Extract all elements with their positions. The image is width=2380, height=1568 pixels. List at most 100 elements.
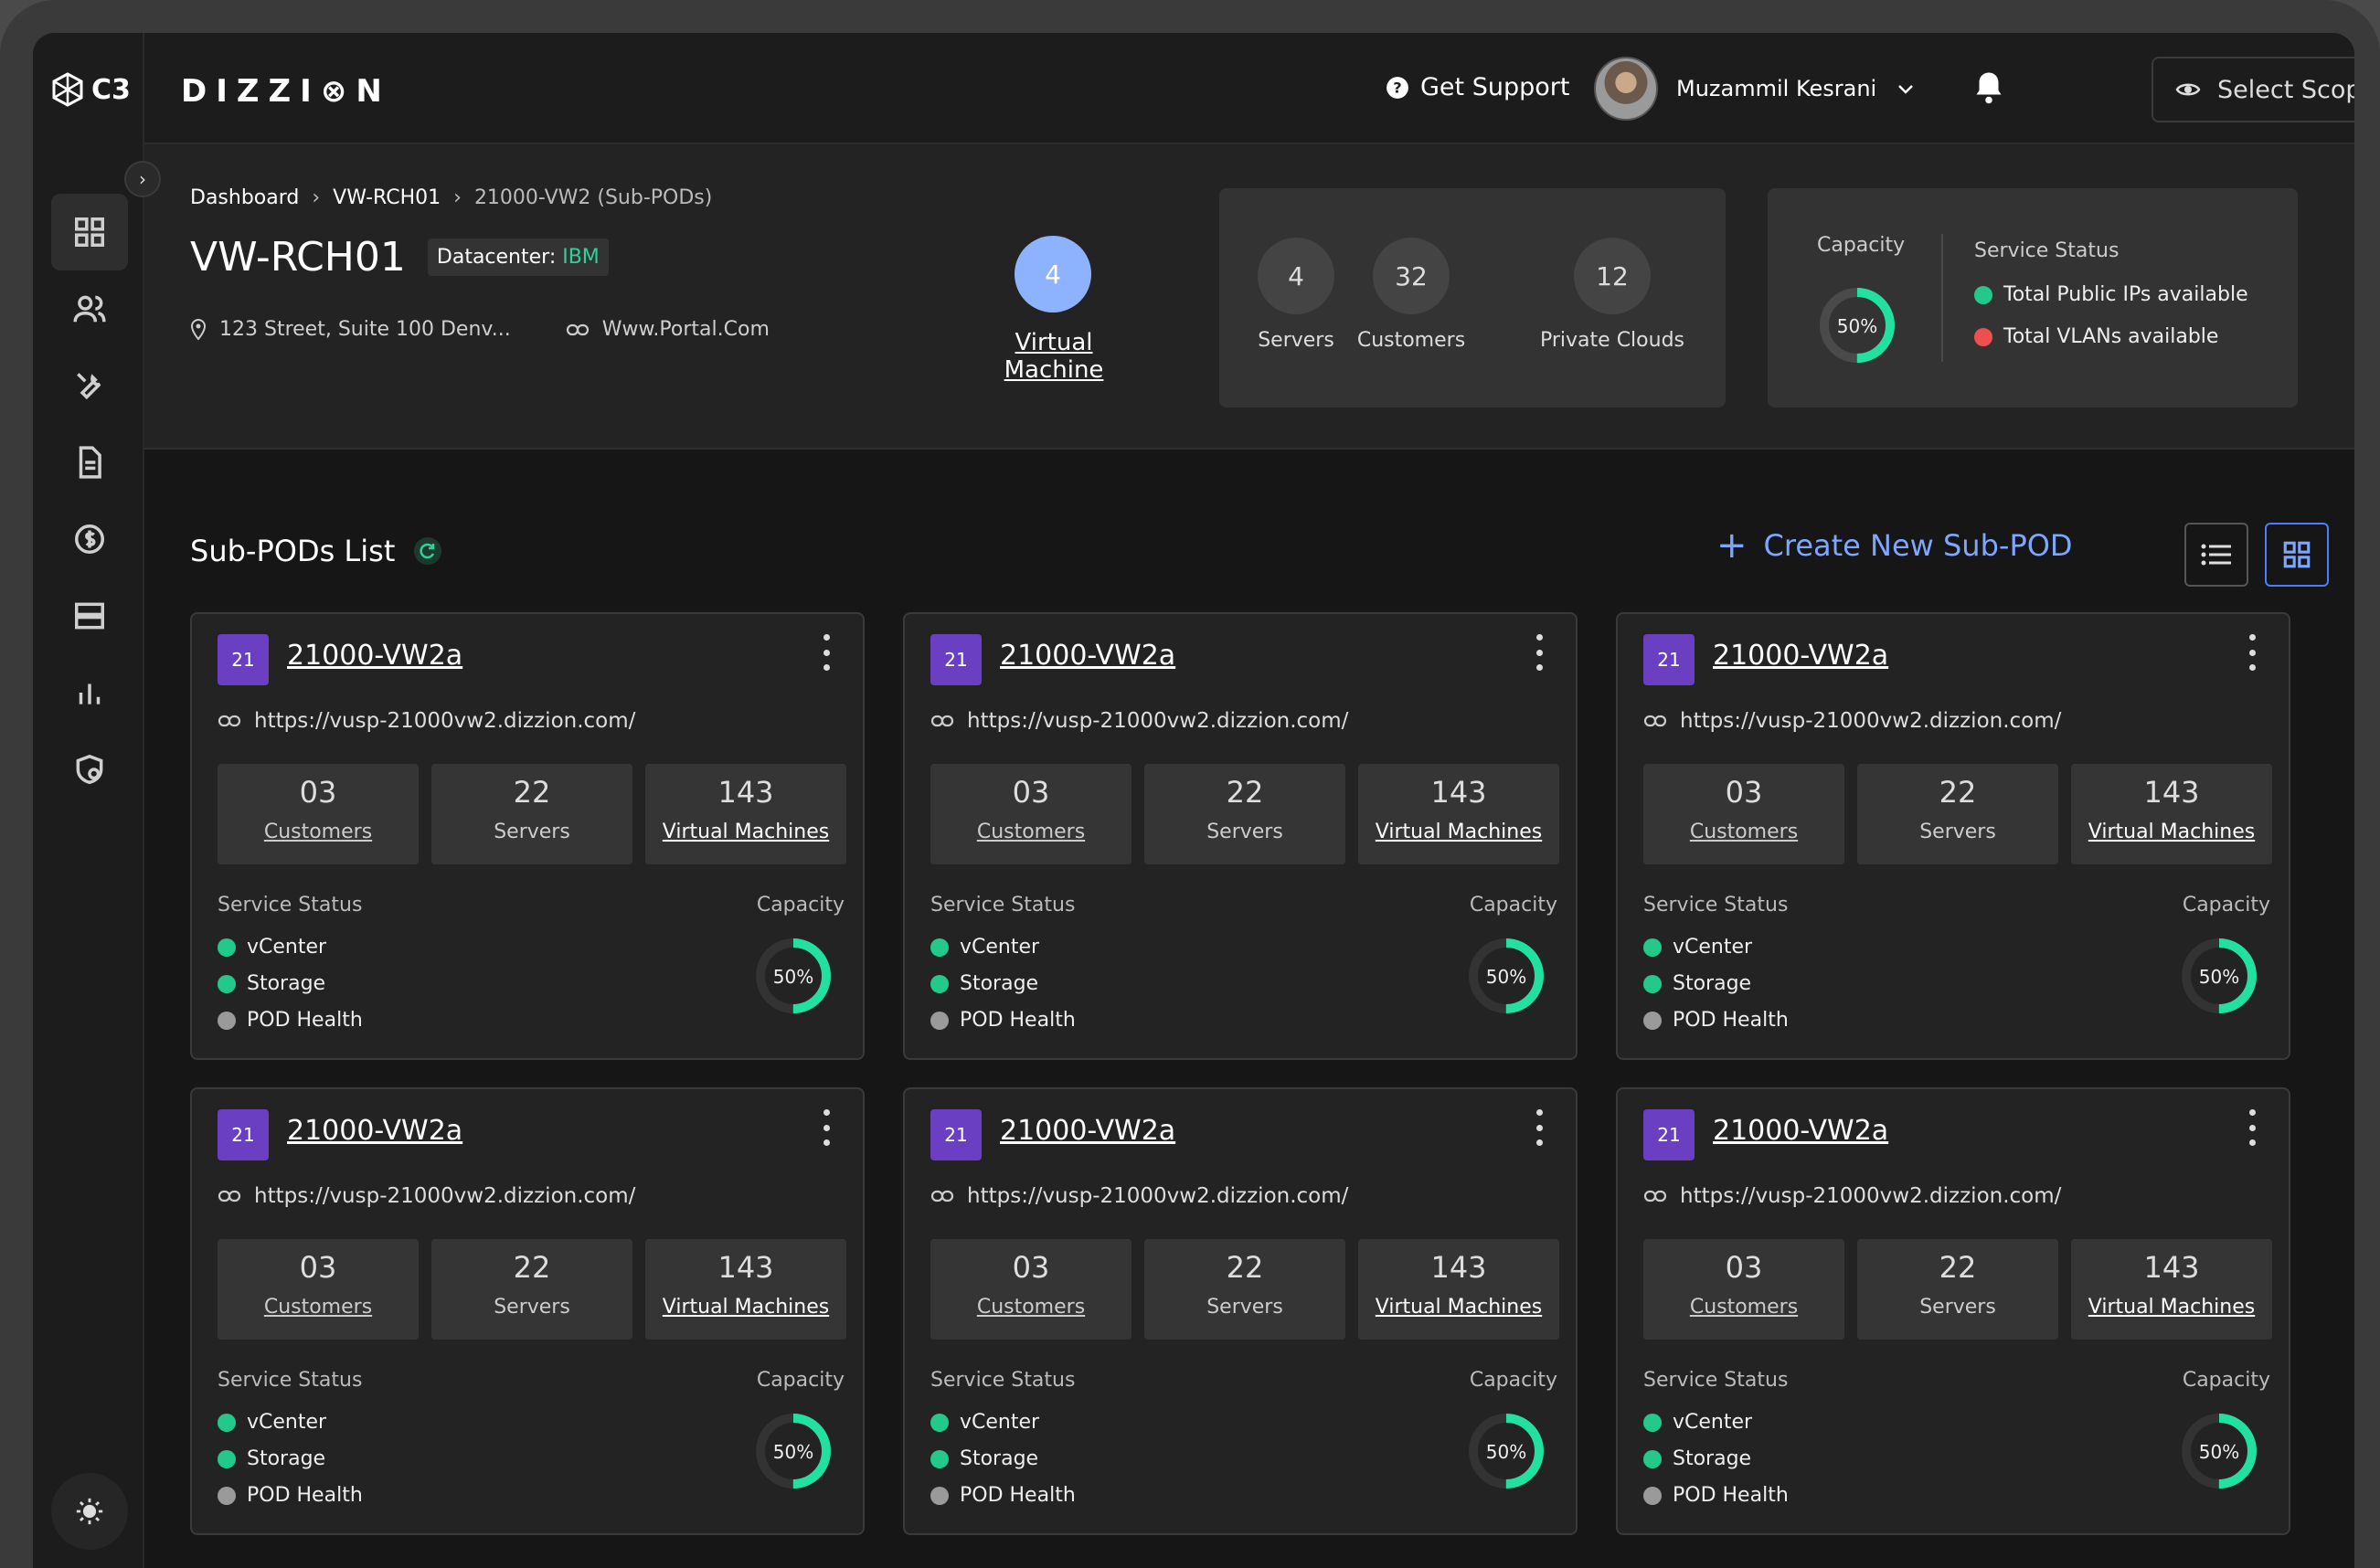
subpod-card[interactable]: 21 21000-VW2a https://vusp-21000vw2.dizz… <box>190 612 865 1060</box>
vms-tile[interactable]: 143 Virtual Machines <box>1358 1239 1559 1340</box>
vms-link[interactable]: Virtual Machines <box>1358 821 1559 843</box>
vms-link[interactable]: Virtual Machines <box>645 1296 846 1319</box>
subpod-name-link[interactable]: 21000-VW2a <box>1000 640 1175 672</box>
sidebar-item-billing[interactable] <box>51 501 128 577</box>
customers-tile[interactable]: 03 Customers <box>930 764 1132 864</box>
subpod-name-link[interactable]: 21000-VW2a <box>1000 1115 1175 1147</box>
customers-count: 03 <box>1012 1250 1050 1285</box>
theme-toggle[interactable] <box>51 1473 128 1550</box>
select-scope-dropdown[interactable]: Select Scope <box>2152 57 2354 122</box>
vms-tile[interactable]: 143 Virtual Machines <box>645 764 846 864</box>
list-view-icon <box>2201 544 2231 566</box>
grid-view-button[interactable] <box>2265 523 2329 587</box>
subpod-url[interactable]: https://vusp-21000vw2.dizzion.com/ <box>218 709 635 733</box>
more-options-icon[interactable] <box>2243 1109 2261 1146</box>
datacenter-prefix: Datacenter: <box>436 246 563 269</box>
customers-link[interactable]: Customers <box>930 821 1132 843</box>
chevron-down-icon <box>1898 85 1914 94</box>
vms-tile[interactable]: 143 Virtual Machines <box>645 1239 846 1340</box>
customers-tile[interactable]: 03 Customers <box>218 1239 419 1340</box>
vms-link[interactable]: Virtual Machines <box>1358 1296 1559 1319</box>
vms-link[interactable]: Virtual Machines <box>2071 821 2272 843</box>
service-status-label: Service Status <box>930 1369 1076 1392</box>
sidebar-item-documents[interactable] <box>51 424 128 501</box>
help-icon: ? <box>1387 76 1408 99</box>
customers-link[interactable]: Customers <box>218 821 419 843</box>
more-options-icon[interactable] <box>2243 634 2261 671</box>
customers-tile[interactable]: 03 Customers <box>218 764 419 864</box>
link-icon <box>930 1190 954 1202</box>
c3-logo-icon <box>52 72 83 107</box>
subpod-card[interactable]: 21 21000-VW2a https://vusp-21000vw2.dizz… <box>190 1087 865 1535</box>
subpod-card[interactable]: 21 21000-VW2a https://vusp-21000vw2.dizz… <box>1616 1087 2290 1535</box>
subpod-name-link[interactable]: 21000-VW2a <box>287 1115 462 1147</box>
subpod-url[interactable]: https://vusp-21000vw2.dizzion.com/ <box>1643 1184 2061 1208</box>
status-dot-icon <box>218 1011 236 1030</box>
service-vcenter: vCenter <box>1643 1411 1752 1434</box>
breadcrumb-dashboard[interactable]: Dashboard <box>190 186 299 209</box>
vms-link[interactable]: Virtual Machines <box>645 821 846 843</box>
sidebar-item-users[interactable] <box>51 270 128 347</box>
vms-tile[interactable]: 143 Virtual Machines <box>1358 764 1559 864</box>
servers-tile: 22 Servers <box>431 1239 632 1340</box>
status-dot-icon <box>1643 1413 1662 1432</box>
subpod-url[interactable]: https://vusp-21000vw2.dizzion.com/ <box>1643 709 2061 733</box>
sidebar-collapse-button[interactable]: › <box>124 161 161 197</box>
list-view-button[interactable] <box>2184 523 2248 587</box>
service-vcenter: vCenter <box>930 1411 1039 1434</box>
customers-link[interactable]: Customers <box>1643 1296 1844 1319</box>
more-options-icon[interactable] <box>817 634 835 671</box>
sun-icon <box>76 1498 103 1525</box>
get-support-button[interactable]: ? Get Support <box>1386 73 1569 101</box>
datacenter-badge: Datacenter: IBM <box>427 238 609 276</box>
link-icon <box>566 323 589 335</box>
sidebar-item-tools[interactable] <box>51 347 128 424</box>
capacity-panel: Capacity 50% Service Status Total Public… <box>1768 188 2298 408</box>
more-options-icon[interactable] <box>1530 634 1548 671</box>
customers-link[interactable]: Customers <box>930 1296 1132 1319</box>
customers-tile[interactable]: 03 Customers <box>930 1239 1132 1340</box>
subpod-card[interactable]: 21 21000-VW2a https://vusp-21000vw2.dizz… <box>903 1087 1578 1535</box>
get-support-label: Get Support <box>1420 73 1570 101</box>
breadcrumb-pod[interactable]: VW-RCH01 <box>333 186 441 209</box>
service-name: vCenter <box>247 936 327 959</box>
sidebar-item-reports[interactable] <box>51 654 128 731</box>
customers-link[interactable]: Customers <box>218 1296 419 1319</box>
status-dot-icon <box>1974 285 1992 304</box>
vms-tile[interactable]: 143 Virtual Machines <box>2071 1239 2272 1340</box>
sidebar-item-servers[interactable] <box>51 577 128 654</box>
subpod-card[interactable]: 21 21000-VW2a https://vusp-21000vw2.dizz… <box>1616 612 2290 1060</box>
stat-customers-label: Customers <box>1356 329 1466 352</box>
sidebar-item-security[interactable] <box>51 731 128 808</box>
subpod-name-link[interactable]: 21000-VW2a <box>1713 640 1888 672</box>
status-dot-icon <box>1974 327 1992 346</box>
vms-link[interactable]: Virtual Machines <box>2071 1296 2272 1319</box>
address-text: 123 Street, Suite 100 Denv... <box>219 318 511 341</box>
status-dot-icon <box>930 938 949 957</box>
create-subpod-button[interactable]: + Create New Sub-POD <box>1716 524 2073 567</box>
refresh-icon[interactable] <box>413 536 442 566</box>
servers-label: Servers <box>1206 1296 1283 1319</box>
subpod-name-link[interactable]: 21000-VW2a <box>287 640 462 672</box>
customers-tile[interactable]: 03 Customers <box>1643 764 1844 864</box>
subpod-url[interactable]: https://vusp-21000vw2.dizzion.com/ <box>218 1184 635 1208</box>
notifications-button[interactable] <box>1972 69 2005 110</box>
subpod-name-link[interactable]: 21000-VW2a <box>1713 1115 1888 1147</box>
subpod-url[interactable]: https://vusp-21000vw2.dizzion.com/ <box>930 709 1348 733</box>
subpod-card[interactable]: 21 21000-VW2a https://vusp-21000vw2.dizz… <box>903 612 1578 1060</box>
subpod-url[interactable]: https://vusp-21000vw2.dizzion.com/ <box>930 1184 1348 1208</box>
status-dot-icon <box>930 1011 949 1030</box>
vm-link[interactable]: Virtual Machine <box>962 329 1145 384</box>
sidebar-item-dashboard[interactable] <box>51 194 128 270</box>
customers-link[interactable]: Customers <box>1643 821 1844 843</box>
customers-tile[interactable]: 03 Customers <box>1643 1239 1844 1340</box>
more-options-icon[interactable] <box>817 1109 835 1146</box>
servers-tile: 22 Servers <box>1857 764 2058 864</box>
app-logo[interactable]: C3 <box>49 71 131 108</box>
link-icon <box>1643 1190 1667 1202</box>
more-options-icon[interactable] <box>1530 1109 1548 1146</box>
vms-tile[interactable]: 143 Virtual Machines <box>2071 764 2272 864</box>
service-name: Storage <box>1673 1447 1752 1470</box>
website-link[interactable]: Www.Portal.Com <box>566 318 770 341</box>
user-menu[interactable]: Muzammil Kesrani <box>1594 57 1917 121</box>
